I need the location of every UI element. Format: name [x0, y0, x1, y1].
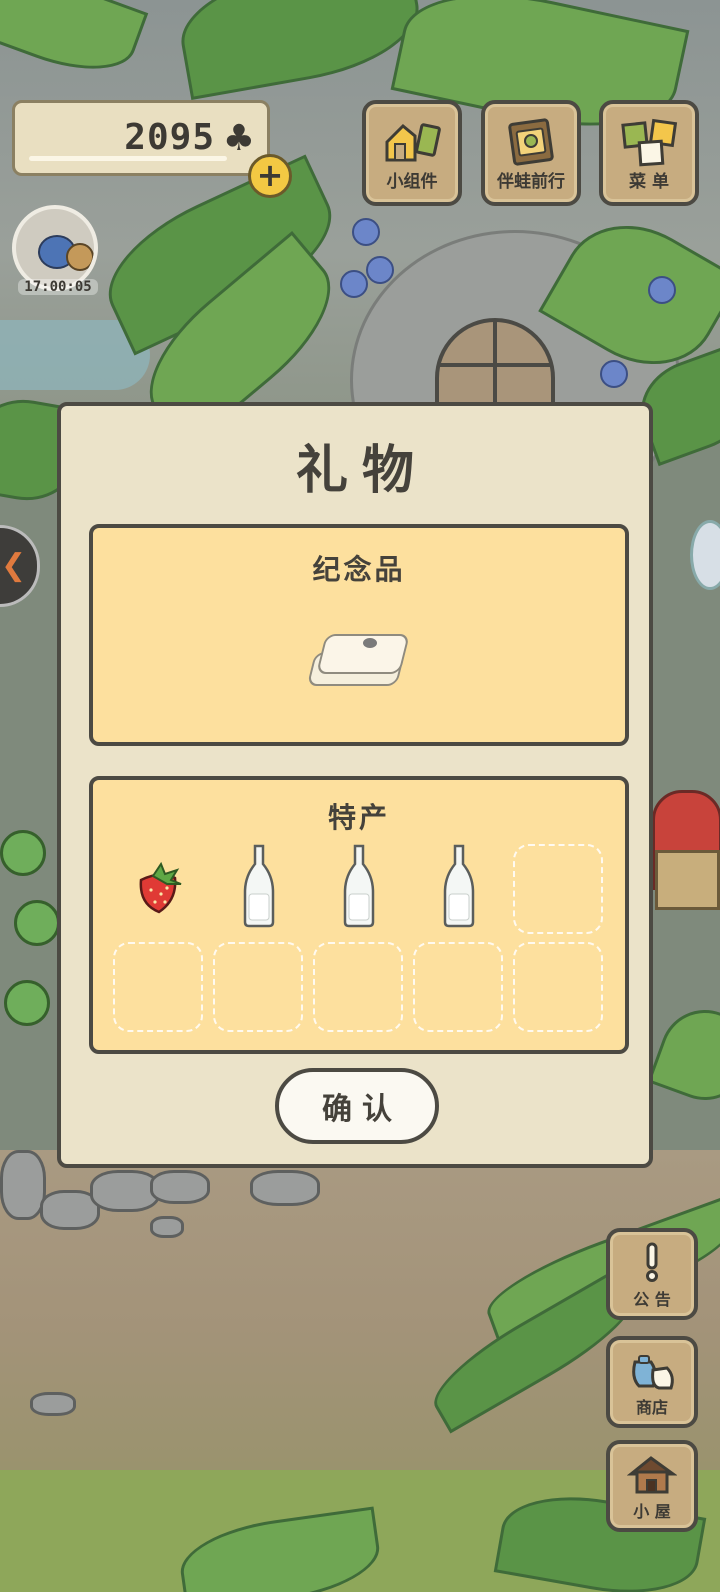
menu-label: 菜 单 [629, 172, 669, 192]
specialty-title: 特产 [327, 801, 390, 834]
house-icon [627, 1456, 677, 1494]
clover-counter: 2095 ♣ [12, 100, 270, 176]
journey-label: 伴蛙前行 [497, 172, 565, 192]
clover-icon: ♣ [222, 118, 255, 159]
journal-icon [508, 118, 554, 166]
strawberry-icon [139, 861, 182, 914]
menu-button[interactable]: 菜 单 [599, 100, 699, 206]
specialty-slot[interactable] [313, 844, 403, 934]
add-clover-button[interactable]: + [248, 154, 292, 198]
stone [150, 1216, 184, 1238]
visitor-timer: 17:00:05 [18, 279, 98, 295]
towel-icon[interactable] [306, 624, 411, 694]
empty-slot[interactable] [413, 942, 503, 1032]
notice-icon [646, 1242, 658, 1282]
empty-slot[interactable] [213, 942, 303, 1032]
leaf [647, 997, 720, 1113]
menu-icon [621, 118, 678, 167]
house-label: 小 屋 [633, 1502, 671, 1521]
souvenir-panel: 纪念品 [89, 524, 629, 746]
empty-slot[interactable] [513, 942, 603, 1032]
morning-glory-flower [352, 218, 380, 246]
house-button[interactable]: 小 屋 [606, 1440, 698, 1532]
dialog-title: 礼物 [295, 441, 428, 501]
arrow-left-icon: ❮ [1, 548, 27, 583]
journey-button[interactable]: 伴蛙前行 [481, 100, 581, 206]
counter-underline [29, 156, 227, 161]
morning-glory-flower [366, 256, 394, 284]
bottle-icon [243, 844, 275, 928]
stone [150, 1170, 210, 1204]
gift-dialog: 礼物 纪念品 特产 确认 [57, 402, 653, 1168]
stone [30, 1392, 76, 1416]
clover-count: 2095 [124, 117, 215, 158]
notice-button[interactable]: 公 告 [606, 1228, 698, 1320]
confirm-button[interactable]: 确认 [275, 1068, 439, 1144]
clover-plant [14, 900, 60, 946]
shop-button[interactable]: 商店 [606, 1336, 698, 1428]
morning-glory-flower [600, 360, 628, 388]
widget-label: 小组件 [386, 172, 438, 192]
specialty-slot-grid [113, 844, 613, 1032]
morning-glory-flower [648, 276, 676, 304]
bottle-icon [443, 844, 475, 928]
widget-button[interactable]: 小组件 [362, 100, 462, 206]
specialty-slot[interactable] [213, 844, 303, 934]
shop-label: 商店 [635, 1398, 668, 1417]
empty-slot[interactable] [513, 844, 603, 934]
specialty-panel: 特产 [89, 776, 629, 1054]
empty-slot[interactable] [313, 942, 403, 1032]
clover-plant [4, 980, 50, 1026]
morning-glory-flower [340, 270, 368, 298]
notice-label: 公 告 [633, 1290, 671, 1309]
specialty-slot[interactable] [113, 844, 203, 934]
bottle-icon [343, 844, 375, 928]
empty-slot[interactable] [113, 942, 203, 1032]
widget-icon [385, 123, 441, 162]
snail-visitor-icon [66, 243, 94, 271]
mailbox-post [655, 850, 720, 910]
clover-plant [0, 830, 46, 876]
specialty-slot[interactable] [413, 844, 503, 934]
shop-icon [632, 1355, 674, 1390]
stone [250, 1170, 320, 1206]
souvenir-title: 纪念品 [312, 553, 406, 586]
